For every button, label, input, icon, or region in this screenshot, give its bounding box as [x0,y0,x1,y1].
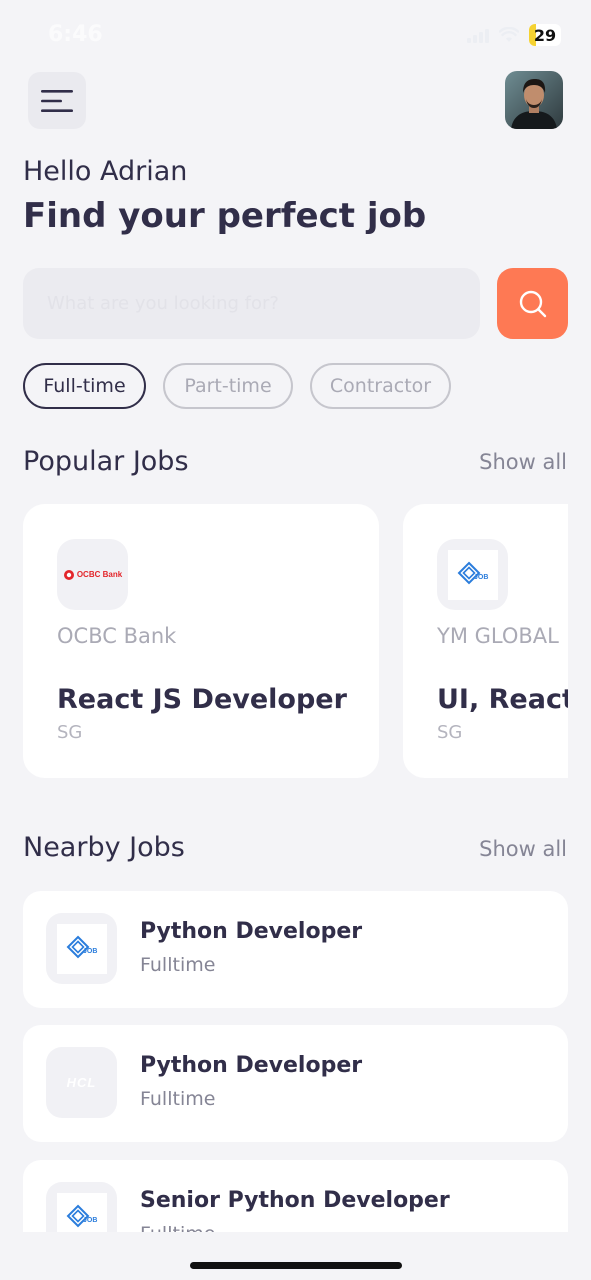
user-photo [505,71,563,129]
job-logo-text: JOB [474,574,488,581]
job-logo: JOB [56,923,107,974]
hamburger-menu-icon [41,89,73,112]
job-title: Senior Python Developer [140,1188,450,1213]
battery-level: 29 [533,25,557,45]
company-name: YM GLOBAL [437,624,559,648]
job-title: Python Developer [140,919,363,944]
nearby-jobs-heading: Nearby Jobs [23,832,185,863]
search-button[interactable] [497,268,568,339]
bottom-safe-area [0,1232,591,1280]
job-logo-text: JOB [83,948,97,955]
wifi-icon [499,27,519,42]
status-icons: 29 [467,24,561,46]
hcl-logo: HCL [66,1075,97,1090]
ocbc-mark-icon [63,569,74,580]
job-location: SG [437,722,463,743]
nearby-job-card[interactable]: JOB Python Developer Fulltime [23,891,568,1008]
ocbc-logo-text: OCBC Bank [76,570,123,579]
company-name: OCBC Bank [57,624,177,648]
menu-button[interactable] [28,72,86,129]
greeting-text: Hello Adrian [23,156,188,187]
home-indicator[interactable] [190,1262,402,1269]
job-logo-text: JOB [83,1217,97,1224]
ocbc-logo: OCBC Bank [63,569,122,581]
status-time: 6:46 [48,22,103,47]
company-logo: HCL [46,1047,117,1118]
tab-contractor[interactable]: Contractor [310,363,451,409]
job-logo: JOB [447,549,498,600]
company-logo: JOB [46,913,117,984]
popular-jobs-heading: Popular Jobs [23,446,189,477]
job-title: UI, React JS Developer [437,684,568,715]
tab-part-time[interactable]: Part-time [163,363,293,409]
job-type: Fulltime [140,1088,216,1110]
company-logo: JOB [437,539,508,610]
popular-jobs-carousel[interactable]: OCBC Bank OCBC Bank React JS Developer S… [23,504,568,778]
signal-icon [467,27,489,43]
job-diamond-icon: JOB [66,1204,97,1227]
nearby-job-card[interactable]: HCL Python Developer Fulltime [23,1025,568,1142]
job-diamond-icon: JOB [66,935,97,958]
job-title: Python Developer [140,1053,363,1078]
page-title: Find your perfect job [23,196,427,236]
company-logo: OCBC Bank [57,539,128,610]
status-bar: 6:46 29 [0,0,591,70]
tab-label: Contractor [329,375,432,397]
popular-show-all-link[interactable]: Show all [479,450,567,474]
popular-job-card[interactable]: JOB YM GLOBAL UI, React JS Developer SG [403,504,568,778]
job-location: SG [57,722,83,743]
popular-job-card[interactable]: OCBC Bank OCBC Bank React JS Developer S… [23,504,379,778]
search-icon [519,290,546,317]
profile-avatar[interactable] [505,71,563,129]
job-diamond-icon: JOB [457,561,488,584]
job-title: React JS Developer [57,684,347,715]
tab-label: Part-time [184,375,272,397]
tab-full-time[interactable]: Full-time [23,363,146,409]
tab-label: Full-time [43,375,126,397]
search-input[interactable] [23,268,480,339]
job-type: Fulltime [140,954,216,976]
nearby-show-all-link[interactable]: Show all [479,837,567,861]
battery-icon: 29 [529,24,561,46]
